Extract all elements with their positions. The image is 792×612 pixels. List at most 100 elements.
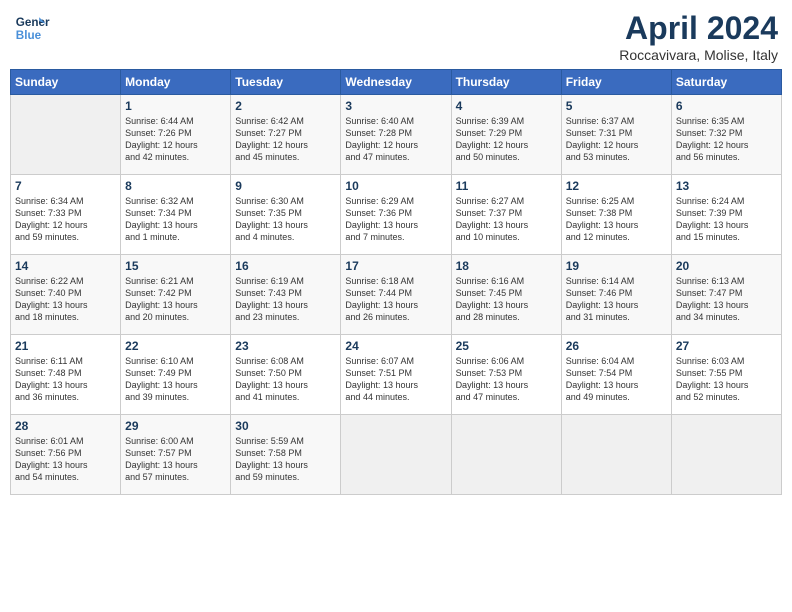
day-number: 14	[15, 259, 116, 273]
calendar-cell: 29 Sunrise: 6:00 AM Sunset: 7:57 PM Dayli…	[121, 415, 231, 495]
month-year-title: April 2024	[619, 10, 778, 47]
day-number: 4	[456, 99, 557, 113]
calendar-cell	[11, 95, 121, 175]
calendar-cell: 20 Sunrise: 6:13 AM Sunset: 7:47 PM Dayli…	[671, 255, 781, 335]
day-number: 30	[235, 419, 336, 433]
day-number: 15	[125, 259, 226, 273]
svg-text:Blue: Blue	[16, 29, 42, 42]
day-number: 2	[235, 99, 336, 113]
calendar-cell	[671, 415, 781, 495]
day-number: 13	[676, 179, 777, 193]
day-info: Sunrise: 6:24 AM Sunset: 7:39 PM Dayligh…	[676, 195, 777, 244]
location-subtitle: Roccavivara, Molise, Italy	[619, 47, 778, 63]
day-info: Sunrise: 6:32 AM Sunset: 7:34 PM Dayligh…	[125, 195, 226, 244]
calendar-week-row: 7 Sunrise: 6:34 AM Sunset: 7:33 PM Daylig…	[11, 175, 782, 255]
day-info: Sunrise: 6:08 AM Sunset: 7:50 PM Dayligh…	[235, 355, 336, 404]
weekday-header-monday: Monday	[121, 70, 231, 95]
day-info: Sunrise: 5:59 AM Sunset: 7:58 PM Dayligh…	[235, 435, 336, 484]
calendar-cell: 26 Sunrise: 6:04 AM Sunset: 7:54 PM Dayli…	[561, 335, 671, 415]
day-info: Sunrise: 6:37 AM Sunset: 7:31 PM Dayligh…	[566, 115, 667, 164]
calendar-week-row: 14 Sunrise: 6:22 AM Sunset: 7:40 PM Dayli…	[11, 255, 782, 335]
day-number: 22	[125, 339, 226, 353]
calendar-cell: 18 Sunrise: 6:16 AM Sunset: 7:45 PM Dayli…	[451, 255, 561, 335]
day-number: 24	[345, 339, 446, 353]
day-info: Sunrise: 6:14 AM Sunset: 7:46 PM Dayligh…	[566, 275, 667, 324]
calendar-cell: 4 Sunrise: 6:39 AM Sunset: 7:29 PM Daylig…	[451, 95, 561, 175]
calendar-cell: 2 Sunrise: 6:42 AM Sunset: 7:27 PM Daylig…	[231, 95, 341, 175]
day-number: 19	[566, 259, 667, 273]
calendar-cell: 13 Sunrise: 6:24 AM Sunset: 7:39 PM Dayli…	[671, 175, 781, 255]
day-info: Sunrise: 6:22 AM Sunset: 7:40 PM Dayligh…	[15, 275, 116, 324]
day-number: 20	[676, 259, 777, 273]
day-info: Sunrise: 6:04 AM Sunset: 7:54 PM Dayligh…	[566, 355, 667, 404]
weekday-header-row: SundayMondayTuesdayWednesdayThursdayFrid…	[11, 70, 782, 95]
calendar-week-row: 21Sunrise: 6:11 AM Sunset: 7:48 PM Dayli…	[11, 335, 782, 415]
calendar-cell: 6 Sunrise: 6:35 AM Sunset: 7:32 PM Daylig…	[671, 95, 781, 175]
day-number: 9	[235, 179, 336, 193]
day-info: Sunrise: 6:35 AM Sunset: 7:32 PM Dayligh…	[676, 115, 777, 164]
weekday-header-wednesday: Wednesday	[341, 70, 451, 95]
day-info: Sunrise: 6:40 AM Sunset: 7:28 PM Dayligh…	[345, 115, 446, 164]
day-number: 16	[235, 259, 336, 273]
calendar-cell: 1 Sunrise: 6:44 AM Sunset: 7:26 PM Daylig…	[121, 95, 231, 175]
calendar-cell: 14 Sunrise: 6:22 AM Sunset: 7:40 PM Dayli…	[11, 255, 121, 335]
day-number: 7	[15, 179, 116, 193]
calendar-cell: 23 Sunrise: 6:08 AM Sunset: 7:50 PM Dayli…	[231, 335, 341, 415]
page-header: General Blue April 2024 Roccavivara, Mol…	[10, 10, 782, 63]
day-number: 29	[125, 419, 226, 433]
day-number: 12	[566, 179, 667, 193]
day-number: 27	[676, 339, 777, 353]
calendar-cell: 17Sunrise: 6:18 AM Sunset: 7:44 PM Dayli…	[341, 255, 451, 335]
day-number: 23	[235, 339, 336, 353]
calendar-cell: 27 Sunrise: 6:03 AM Sunset: 7:55 PM Dayli…	[671, 335, 781, 415]
calendar-cell: 9Sunrise: 6:30 AM Sunset: 7:35 PM Daylig…	[231, 175, 341, 255]
weekday-header-tuesday: Tuesday	[231, 70, 341, 95]
day-number: 5	[566, 99, 667, 113]
day-info: Sunrise: 6:06 AM Sunset: 7:53 PM Dayligh…	[456, 355, 557, 404]
calendar-cell: 25Sunrise: 6:06 AM Sunset: 7:53 PM Dayli…	[451, 335, 561, 415]
title-block: April 2024 Roccavivara, Molise, Italy	[619, 10, 778, 63]
day-info: Sunrise: 6:44 AM Sunset: 7:26 PM Dayligh…	[125, 115, 226, 164]
day-info: Sunrise: 6:25 AM Sunset: 7:38 PM Dayligh…	[566, 195, 667, 244]
day-info: Sunrise: 6:03 AM Sunset: 7:55 PM Dayligh…	[676, 355, 777, 404]
svg-text:General: General	[16, 16, 50, 29]
day-number: 10	[345, 179, 446, 193]
weekday-header-saturday: Saturday	[671, 70, 781, 95]
logo: General Blue	[14, 10, 50, 46]
day-number: 6	[676, 99, 777, 113]
calendar-cell	[561, 415, 671, 495]
day-info: Sunrise: 6:27 AM Sunset: 7:37 PM Dayligh…	[456, 195, 557, 244]
calendar-week-row: 28 Sunrise: 6:01 AM Sunset: 7:56 PM Dayli…	[11, 415, 782, 495]
day-info: Sunrise: 6:34 AM Sunset: 7:33 PM Dayligh…	[15, 195, 116, 244]
day-info: Sunrise: 6:42 AM Sunset: 7:27 PM Dayligh…	[235, 115, 336, 164]
calendar-table: SundayMondayTuesdayWednesdayThursdayFrid…	[10, 69, 782, 495]
day-info: Sunrise: 6:13 AM Sunset: 7:47 PM Dayligh…	[676, 275, 777, 324]
day-number: 28	[15, 419, 116, 433]
day-info: Sunrise: 6:19 AM Sunset: 7:43 PM Dayligh…	[235, 275, 336, 324]
calendar-cell: 11Sunrise: 6:27 AM Sunset: 7:37 PM Dayli…	[451, 175, 561, 255]
day-info: Sunrise: 6:39 AM Sunset: 7:29 PM Dayligh…	[456, 115, 557, 164]
day-info: Sunrise: 6:10 AM Sunset: 7:49 PM Dayligh…	[125, 355, 226, 404]
day-number: 8	[125, 179, 226, 193]
calendar-cell: 21Sunrise: 6:11 AM Sunset: 7:48 PM Dayli…	[11, 335, 121, 415]
day-number: 26	[566, 339, 667, 353]
day-number: 18	[456, 259, 557, 273]
calendar-cell: 15 Sunrise: 6:21 AM Sunset: 7:42 PM Dayli…	[121, 255, 231, 335]
calendar-cell: 10Sunrise: 6:29 AM Sunset: 7:36 PM Dayli…	[341, 175, 451, 255]
calendar-cell	[451, 415, 561, 495]
day-info: Sunrise: 6:18 AM Sunset: 7:44 PM Dayligh…	[345, 275, 446, 324]
day-number: 21	[15, 339, 116, 353]
day-info: Sunrise: 6:21 AM Sunset: 7:42 PM Dayligh…	[125, 275, 226, 324]
calendar-cell: 19 Sunrise: 6:14 AM Sunset: 7:46 PM Dayli…	[561, 255, 671, 335]
calendar-cell: 24Sunrise: 6:07 AM Sunset: 7:51 PM Dayli…	[341, 335, 451, 415]
weekday-header-thursday: Thursday	[451, 70, 561, 95]
day-info: Sunrise: 6:01 AM Sunset: 7:56 PM Dayligh…	[15, 435, 116, 484]
calendar-week-row: 1 Sunrise: 6:44 AM Sunset: 7:26 PM Daylig…	[11, 95, 782, 175]
calendar-cell: 5 Sunrise: 6:37 AM Sunset: 7:31 PM Daylig…	[561, 95, 671, 175]
day-number: 1	[125, 99, 226, 113]
day-info: Sunrise: 6:16 AM Sunset: 7:45 PM Dayligh…	[456, 275, 557, 324]
calendar-cell: 16 Sunrise: 6:19 AM Sunset: 7:43 PM Dayli…	[231, 255, 341, 335]
calendar-cell	[341, 415, 451, 495]
day-info: Sunrise: 6:00 AM Sunset: 7:57 PM Dayligh…	[125, 435, 226, 484]
calendar-cell: 28 Sunrise: 6:01 AM Sunset: 7:56 PM Dayli…	[11, 415, 121, 495]
